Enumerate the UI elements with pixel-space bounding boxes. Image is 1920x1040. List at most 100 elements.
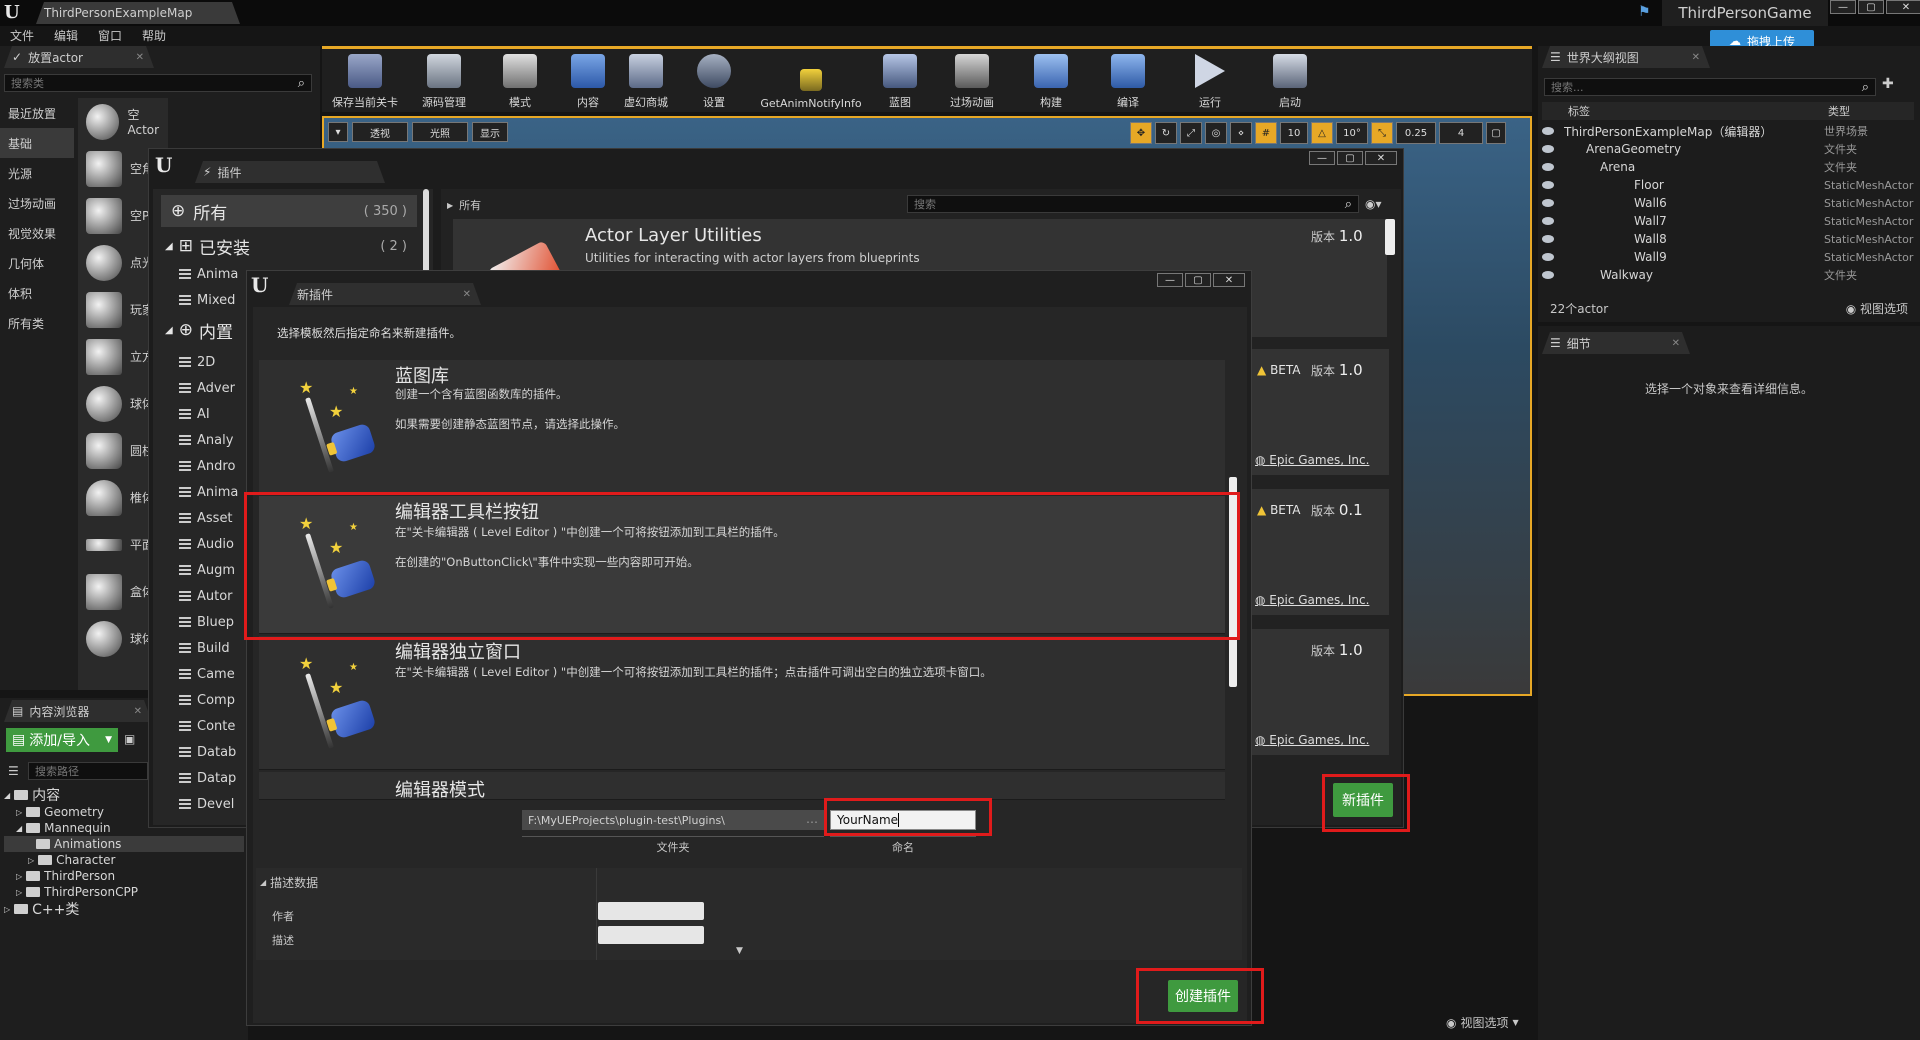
category-basic[interactable]: 基础 (0, 128, 74, 158)
template-editor-mode[interactable]: 编辑器模式 (259, 772, 1225, 800)
publisher-link[interactable]: ◍ Epic Games, Inc. (1255, 733, 1369, 747)
category-cinematic[interactable]: 过场动画 (0, 188, 74, 218)
column-label[interactable]: 标签 (1568, 103, 1590, 119)
scale-size-button[interactable]: 0.25 (1396, 122, 1436, 144)
content-view-options-button[interactable]: ◉ 视图选项 ▼ (1446, 1014, 1519, 1031)
close-button[interactable]: ✕ (1886, 0, 1920, 14)
close-button[interactable]: ✕ (1365, 151, 1397, 165)
maximize-button[interactable]: ▢ (1185, 273, 1211, 287)
category-visual-effects[interactable]: 视觉效果 (0, 218, 74, 248)
blueprints-button[interactable]: 蓝图 (870, 48, 930, 114)
category-all[interactable]: ⊕ 所有 ( 350 ) (161, 195, 417, 227)
tab-close-icon[interactable]: ✕ (134, 706, 142, 717)
tab-plugins[interactable]: ⚡ 插件 (195, 161, 385, 183)
outliner-row[interactable]: Wall8 StaticMeshActor (1542, 230, 1914, 248)
author-input[interactable] (598, 902, 704, 920)
tree-item[interactable]: ▷ Character (4, 852, 244, 868)
cinematics-button[interactable]: 过场动画 (930, 48, 1014, 114)
close-button[interactable]: ✕ (1213, 273, 1245, 287)
visibility-eye-icon[interactable] (1542, 181, 1554, 189)
view-options-eye-icon[interactable]: ◉▾ (1365, 197, 1382, 211)
source-control-icon[interactable]: ⚑ (1638, 4, 1651, 20)
minimize-button[interactable]: — (1157, 273, 1183, 287)
browse-ellipsis-button[interactable]: … (806, 812, 818, 826)
outliner-row[interactable]: Wall7 StaticMeshActor (1542, 212, 1914, 230)
visibility-eye-icon[interactable] (1542, 217, 1554, 225)
tab-map[interactable]: ThirdPersonExampleMap (36, 2, 240, 24)
path-search-input[interactable]: 搜索路径 (28, 762, 148, 780)
tab-new-plugin[interactable]: 新插件 ✕ (289, 283, 481, 305)
rotation-snap-icon[interactable]: △ (1311, 122, 1333, 144)
viewport-menu-button[interactable]: ▾ (328, 122, 348, 142)
source-control-button[interactable]: 源码管理 (408, 48, 480, 114)
scale-snap-icon[interactable]: ⤡ (1371, 122, 1393, 144)
plugin-list-scrollbar[interactable] (1385, 219, 1395, 255)
tree-item-selected[interactable]: Animations (4, 836, 244, 852)
visibility-eye-icon[interactable] (1542, 253, 1554, 261)
menu-edit[interactable]: 编辑 (54, 27, 78, 44)
maximize-button[interactable]: ▢ (1337, 151, 1363, 165)
tab-close-icon[interactable]: ✕ (1672, 338, 1680, 349)
category-volumes[interactable]: 体积 (0, 278, 74, 308)
visibility-eye-icon[interactable] (1542, 199, 1554, 207)
outliner-row[interactable]: Wall6 StaticMeshActor (1542, 194, 1914, 212)
category-geometry[interactable]: 几何体 (0, 248, 74, 278)
save-level-button[interactable]: 保存当前关卡 (322, 48, 408, 114)
world-icon[interactable]: ◎ (1205, 122, 1227, 144)
category-installed[interactable]: ◢ ⊞ 已安装 ( 2 ) (161, 231, 417, 261)
play-button[interactable]: 运行 (1168, 48, 1252, 114)
visibility-eye-icon[interactable] (1542, 271, 1554, 279)
outliner-row[interactable]: ThirdPersonExampleMap（编辑器） 世界场景 (1542, 122, 1914, 140)
menu-help[interactable]: 帮助 (142, 27, 166, 44)
description-input[interactable] (598, 926, 704, 944)
translate-icon[interactable]: ✥ (1130, 122, 1152, 144)
publisher-link[interactable]: ◍ Epic Games, Inc. (1255, 453, 1369, 467)
minimize-button[interactable]: — (1830, 0, 1856, 14)
view-options-button[interactable]: ◉ 视图选项 (1846, 300, 1908, 317)
maximize-viewport-icon[interactable]: ▢ (1486, 122, 1506, 144)
outliner-row[interactable]: ArenaGeometry 文件夹 (1542, 140, 1914, 158)
tree-cpp[interactable]: ▷ C++类 (4, 900, 244, 918)
outliner-row[interactable]: Floor StaticMeshActor (1542, 176, 1914, 194)
lit-button[interactable]: 光照 (412, 122, 468, 142)
content-button[interactable]: 内容 (560, 48, 616, 114)
get-anim-notify-info-button[interactable]: GetAnimNotifyInfo (752, 48, 870, 114)
add-import-button[interactable]: ▤ 添加/导入 ▼ (6, 728, 118, 752)
show-button[interactable]: 显示 (472, 122, 508, 142)
category-recent[interactable]: 最近放置 (0, 98, 74, 128)
menu-file[interactable]: 文件 (10, 27, 34, 44)
tab-place-actor[interactable]: ✓ 放置actor ✕ (4, 46, 154, 68)
category-all-classes[interactable]: 所有类 (0, 308, 74, 338)
plugin-card-right-1[interactable]: ▲ BETA 版本 1.0 ◍ Epic Games, Inc. (1249, 349, 1389, 475)
settings-button[interactable]: 设置 (676, 48, 752, 114)
publisher-link[interactable]: ◍ Epic Games, Inc. (1255, 593, 1369, 607)
sources-toggle-icon[interactable]: ☰ (8, 764, 19, 778)
tab-close-icon[interactable]: ✕ (136, 52, 144, 63)
plugin-card-right-3[interactable]: 版本 1.0 ◍ Epic Games, Inc. (1249, 629, 1389, 755)
modes-button[interactable]: 模式 (480, 48, 560, 114)
tree-item[interactable]: ▷ ThirdPersonCPP (4, 884, 244, 900)
column-type[interactable]: 类型 (1828, 103, 1850, 119)
category-lights[interactable]: 光源 (0, 158, 74, 188)
tab-content-browser[interactable]: ▤ 内容浏览器 ✕ (4, 700, 152, 722)
plugin-path-field[interactable]: F:\MyUEProjects\plugin-test\Plugins\ (522, 810, 824, 830)
rotate-icon[interactable]: ↻ (1155, 122, 1177, 144)
breadcrumb-label[interactable]: 所有 (459, 197, 481, 213)
maximize-button[interactable]: ▢ (1858, 0, 1884, 14)
marketplace-button[interactable]: 虚幻商城 (616, 48, 676, 114)
scale-icon[interactable]: ⤢ (1180, 122, 1202, 144)
plugin-search-input[interactable]: 搜索 ⌕ (907, 195, 1359, 213)
launch-button[interactable]: 启动 (1252, 48, 1328, 114)
surface-snap-icon[interactable]: ⋄ (1230, 122, 1252, 144)
actor-item[interactable]: 空Actor (78, 98, 168, 145)
visibility-eye-icon[interactable] (1542, 145, 1554, 153)
tab-close-icon[interactable]: ✕ (1692, 52, 1700, 63)
menu-window[interactable]: 窗口 (98, 27, 122, 44)
visibility-eye-icon[interactable] (1542, 127, 1554, 135)
build-button[interactable]: 构建 (1014, 48, 1088, 114)
outliner-row[interactable]: Wall9 StaticMeshActor (1542, 248, 1914, 266)
tree-item[interactable]: ▷ ThirdPerson (4, 868, 244, 884)
expand-more-icon[interactable]: ▼ (736, 946, 743, 956)
template-blueprint-library[interactable]: ★ ★ ★ 蓝图库 创建一个含有蓝图函数库的插件。 如果需要创建静态蓝图节点，请选择… (259, 360, 1225, 494)
outliner-row[interactable]: Arena 文件夹 (1542, 158, 1914, 176)
